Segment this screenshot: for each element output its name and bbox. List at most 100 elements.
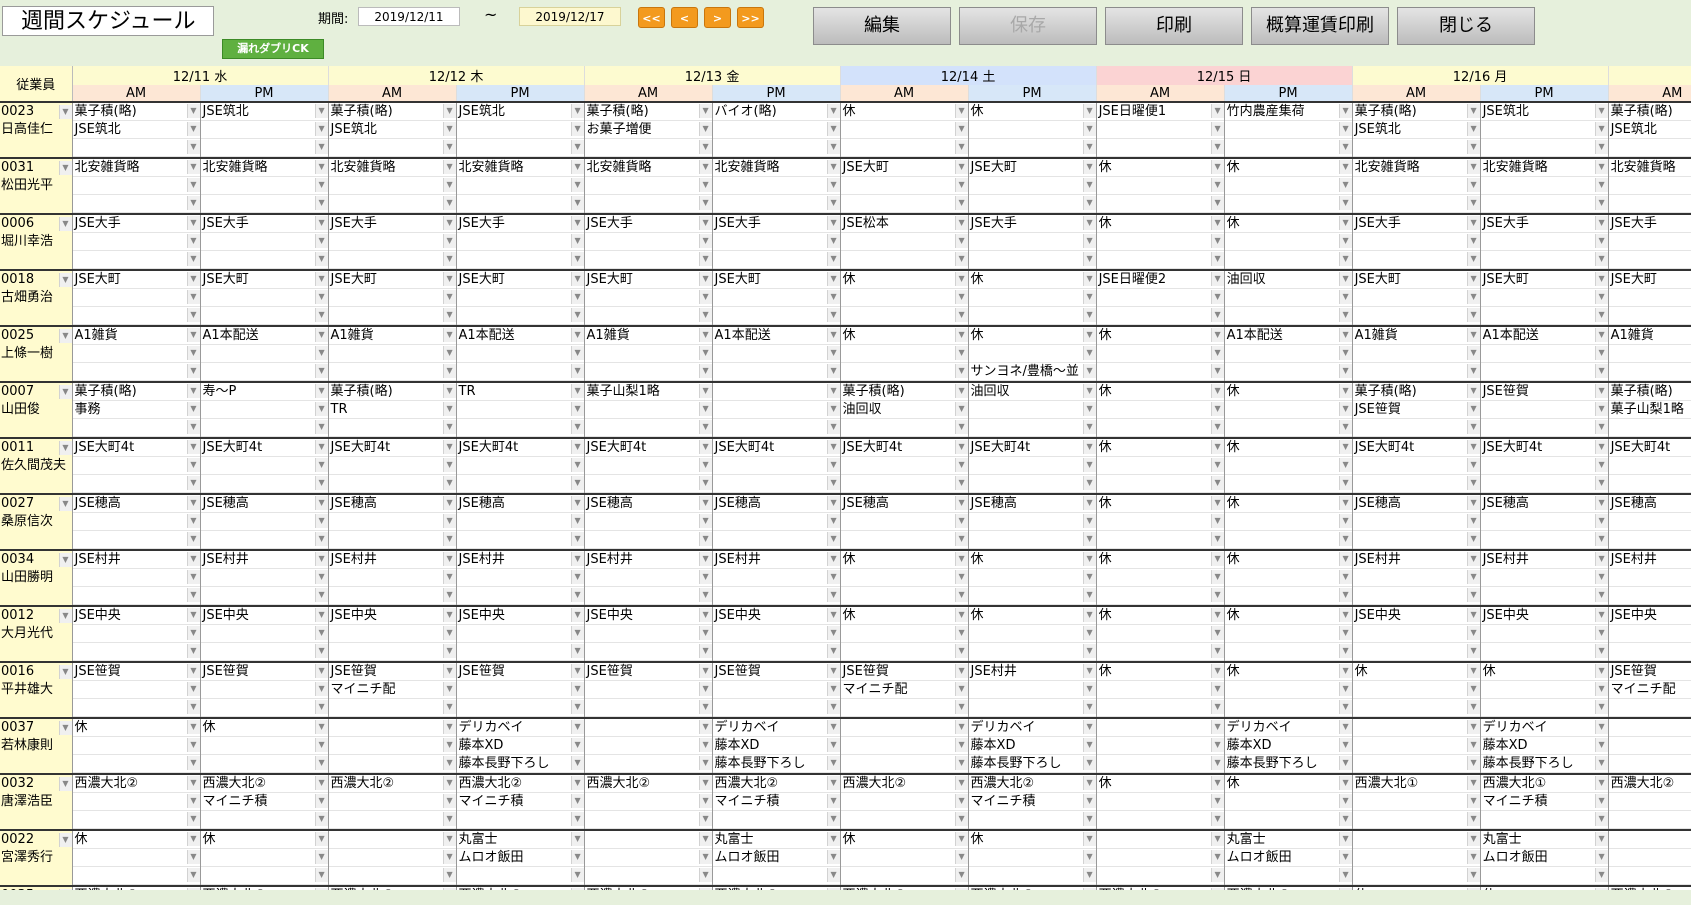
dropdown-arrow-icon[interactable]: ▼ (1338, 420, 1352, 434)
assignment-select[interactable]: ▼ (584, 831, 712, 849)
assignment-select[interactable]: 藤本長野下ろし ▼ (712, 755, 840, 773)
dropdown-arrow-icon[interactable]: ▼ (1210, 234, 1224, 248)
dropdown-arrow-icon[interactable]: ▼ (1594, 104, 1608, 118)
dropdown-arrow-icon[interactable]: ▼ (826, 812, 840, 826)
dropdown-arrow-icon[interactable]: ▼ (954, 216, 968, 230)
assignment-select[interactable]: 休▼ (840, 271, 968, 289)
assignment-select[interactable]: ▼ (456, 233, 584, 251)
dropdown-arrow-icon[interactable]: ▼ (954, 328, 968, 342)
dropdown-arrow-icon[interactable]: ▼ (826, 888, 840, 890)
assignment-select[interactable]: 休▼ (968, 551, 1096, 569)
dropdown-arrow-icon[interactable]: ▼ (1338, 588, 1352, 602)
dropdown-arrow-icon[interactable]: ▼ (954, 700, 968, 714)
dropdown-arrow-icon[interactable]: ▼ (1210, 570, 1224, 584)
dropdown-arrow-icon[interactable]: ▼ (1594, 532, 1608, 546)
dropdown-arrow-icon[interactable]: ▼ (1210, 308, 1224, 322)
dropdown-arrow-icon[interactable]: ▼ (698, 776, 712, 790)
dropdown-arrow-icon[interactable]: ▼ (1466, 794, 1480, 808)
last-week-button[interactable]: >> (737, 7, 764, 28)
assignment-select[interactable]: 西濃大北①▼ (841, 887, 968, 890)
dropdown-arrow-icon[interactable]: ▼ (314, 776, 328, 790)
assignment-select[interactable]: 休▼ (1224, 215, 1352, 233)
assignment-select[interactable]: 休▼ (840, 551, 968, 569)
assignment-select[interactable]: ▼ (1480, 513, 1608, 531)
assignment-select[interactable]: ▼ (840, 289, 968, 307)
assignment-select[interactable]: 寿～P ▼ (200, 383, 328, 401)
dropdown-arrow-icon[interactable]: ▼ (1210, 756, 1224, 770)
assignment-select[interactable]: 休▼ (840, 327, 968, 345)
assignment-select[interactable]: ▼ (200, 121, 328, 139)
assignment-select[interactable]: 休▼ (1096, 439, 1224, 457)
assignment-select[interactable]: ▼ (1224, 195, 1352, 213)
assignment-select[interactable]: 西濃大北②▼ (584, 775, 712, 793)
assignment-select[interactable]: ▼ (1224, 475, 1352, 493)
dropdown-arrow-icon[interactable]: ▼ (698, 720, 712, 734)
assignment-select[interactable]: 事務 ▼ (72, 401, 200, 419)
assignment-select[interactable]: ▼ (72, 569, 200, 587)
assignment-select[interactable]: ▼ (1480, 867, 1608, 885)
assignment-select[interactable]: ▼ (584, 569, 712, 587)
assignment-select[interactable]: JSE大手▼ (328, 215, 456, 233)
assignment-select[interactable]: 休▼ (1096, 383, 1224, 401)
dropdown-arrow-icon[interactable]: ▼ (826, 738, 840, 752)
assignment-select[interactable]: 休▼ (1481, 887, 1608, 890)
assignment-select[interactable]: JSE穂高▼ (712, 495, 840, 513)
assignment-select[interactable]: バイオ(略) ▼ (712, 103, 840, 121)
dropdown-arrow-icon[interactable]: ▼ (1210, 346, 1224, 360)
assignment-select[interactable]: ▼ (1480, 457, 1608, 475)
assignment-select[interactable]: 菓子積(略)▼ (840, 383, 968, 401)
dropdown-arrow-icon[interactable]: ▼ (1466, 776, 1480, 790)
dropdown-arrow-icon[interactable]: ▼ (1466, 140, 1480, 154)
dropdown-arrow-icon[interactable]: ▼ (314, 160, 328, 174)
assignment-select[interactable]: ▼ (584, 867, 712, 885)
assignment-select[interactable]: ▼ (1608, 177, 1691, 195)
assignment-select[interactable]: 西濃大北②▼ (968, 775, 1096, 793)
assignment-select[interactable]: JSE笹賀▼ (1608, 663, 1691, 681)
assignment-select[interactable]: ▼ (328, 457, 456, 475)
dropdown-arrow-icon[interactable]: ▼ (1082, 420, 1096, 434)
dropdown-arrow-icon[interactable]: ▼ (698, 458, 712, 472)
assignment-select[interactable]: 休▼ (1096, 551, 1224, 569)
assignment-select[interactable]: 休▼ (200, 719, 328, 737)
assignment-select[interactable]: 北安雑貨略▼ (1608, 159, 1691, 177)
dropdown-arrow-icon[interactable]: ▼ (186, 178, 200, 192)
assignment-select[interactable]: 休▼ (968, 831, 1096, 849)
dropdown-arrow-icon[interactable]: ▼ (1338, 272, 1352, 286)
dropdown-arrow-icon[interactable]: ▼ (442, 832, 456, 846)
dropdown-arrow-icon[interactable]: ▼ (186, 216, 200, 230)
dropdown-arrow-icon[interactable]: ▼ (954, 812, 968, 826)
dropdown-arrow-icon[interactable]: ▼ (1466, 234, 1480, 248)
dropdown-arrow-icon[interactable]: ▼ (186, 888, 200, 890)
dropdown-arrow-icon[interactable]: ▼ (954, 272, 968, 286)
dropdown-arrow-icon[interactable]: ▼ (314, 140, 328, 154)
assignment-select[interactable]: ▼ (1352, 419, 1480, 437)
assignment-select[interactable]: 北安雑貨略▼ (1480, 159, 1608, 177)
fare-print-button[interactable]: 概算運賃印刷 (1251, 7, 1389, 45)
dropdown-arrow-icon[interactable]: ▼ (570, 104, 584, 118)
assignment-select[interactable]: A1本配送 ▼ (1224, 327, 1352, 345)
assignment-select[interactable]: ▼ (328, 139, 456, 157)
assignment-select[interactable]: ▼ (1608, 867, 1691, 885)
dropdown-arrow-icon[interactable]: ▼ (570, 178, 584, 192)
dropdown-arrow-icon[interactable]: ▼ (1210, 252, 1224, 266)
dropdown-arrow-icon[interactable]: ▼ (186, 588, 200, 602)
dropdown-arrow-icon[interactable]: ▼ (1082, 850, 1096, 864)
assignment-select[interactable]: JSE大町4t▼ (200, 439, 328, 457)
dropdown-arrow-icon[interactable]: ▼ (570, 272, 584, 286)
assignment-select[interactable]: JSE穂高▼ (840, 495, 968, 513)
assignment-select[interactable]: ▼ (584, 513, 712, 531)
assignment-select[interactable]: ▼ (1608, 289, 1691, 307)
dropdown-arrow-icon[interactable]: ▼ (826, 140, 840, 154)
dropdown-arrow-icon[interactable]: ▼ (314, 196, 328, 210)
dropdown-arrow-icon[interactable]: ▼ (826, 608, 840, 622)
dropdown-arrow-icon[interactable]: ▼ (698, 588, 712, 602)
dropdown-arrow-icon[interactable]: ▼ (442, 290, 456, 304)
dropdown-arrow-icon[interactable]: ▼ (1338, 626, 1352, 640)
dropdown-arrow-icon[interactable]: ▼ (1082, 122, 1096, 136)
assignment-select[interactable]: JSE村井▼ (1608, 551, 1691, 569)
assignment-select[interactable]: ▼ (1224, 121, 1352, 139)
assignment-select[interactable]: ▼ (584, 419, 712, 437)
assignment-select[interactable]: JSE筑北▼ (328, 121, 456, 139)
dropdown-arrow-icon[interactable]: ▼ (570, 738, 584, 752)
assignment-select[interactable]: ▼ (328, 289, 456, 307)
